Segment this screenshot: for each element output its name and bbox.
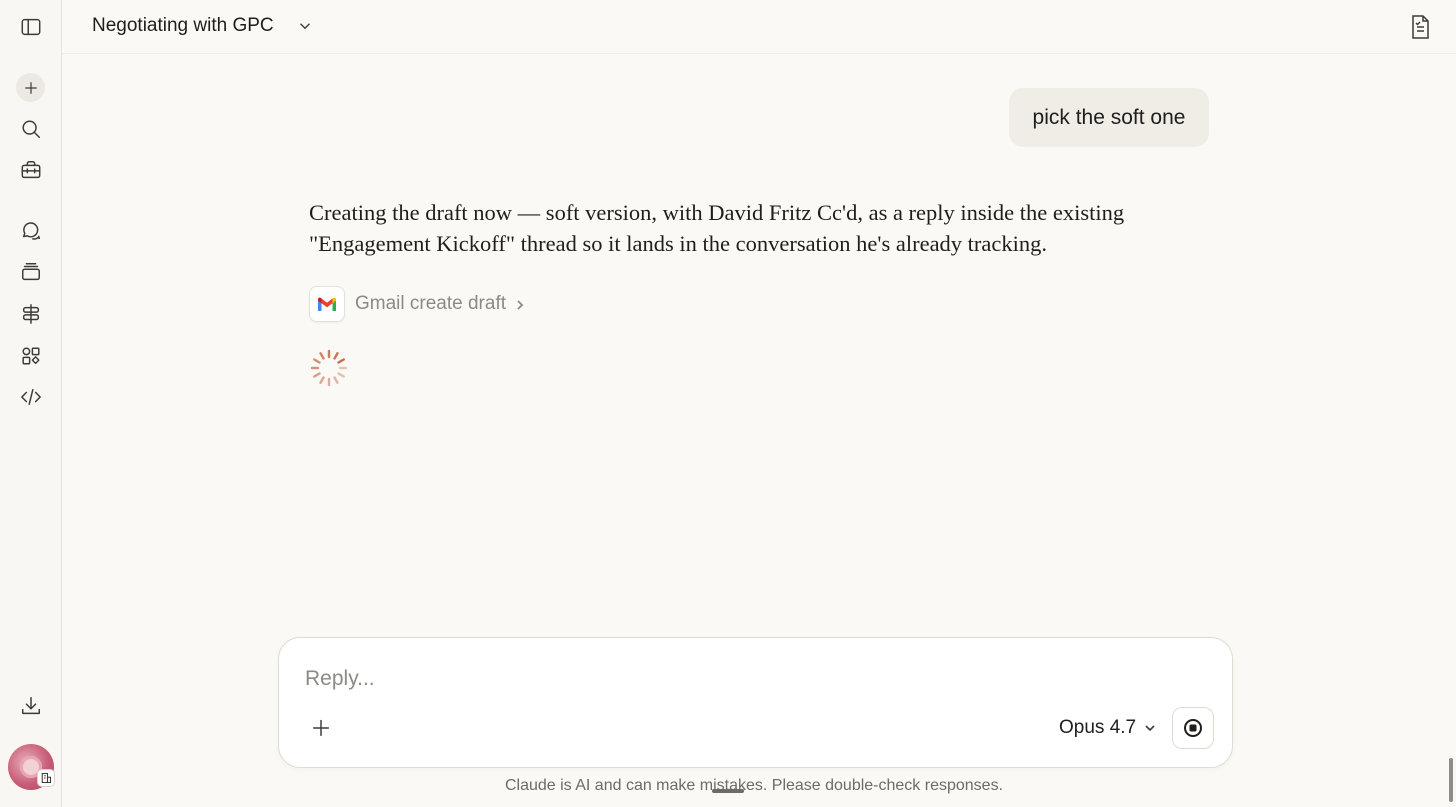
chat-bubbles-icon	[22, 221, 40, 240]
toggle-sidebar-button[interactable]	[15, 11, 46, 42]
model-selector[interactable]: Opus 4.7	[1059, 715, 1156, 741]
spinner-tick	[319, 352, 325, 360]
code-icon	[20, 388, 41, 405]
tool-call-gmail-create-draft[interactable]: Gmail create draft	[309, 285, 526, 322]
tools-button[interactable]	[15, 154, 46, 185]
scrollbar[interactable]	[1449, 758, 1453, 802]
add-attachment-button[interactable]	[307, 714, 335, 742]
artifact-panel-button[interactable]	[1408, 14, 1432, 40]
signpost-icon	[22, 303, 39, 324]
model-name: Opus 4.7	[1059, 717, 1137, 738]
document-icon	[1412, 15, 1429, 39]
assistant-message: Creating the draft now — soft version, w…	[309, 200, 1125, 256]
shapes-icon	[21, 346, 40, 365]
conversation-title[interactable]: Negotiating with GPC	[92, 15, 274, 37]
signposts-button[interactable]	[15, 298, 46, 329]
stop-button[interactable]	[1172, 707, 1214, 749]
composer: Opus 4.7	[278, 637, 1233, 768]
spinner-tick	[333, 352, 339, 360]
code-button[interactable]	[15, 381, 46, 412]
gmail-icon	[309, 285, 345, 322]
spinner-tick	[333, 376, 339, 384]
artifacts-button[interactable]	[15, 340, 46, 371]
user-message: pick the soft one	[1009, 88, 1209, 147]
spinner-tick	[337, 358, 345, 364]
download-button[interactable]	[15, 690, 46, 721]
toolbox-icon	[21, 160, 40, 178]
new-chat-button[interactable]	[16, 73, 45, 102]
loading-spinner-icon	[310, 349, 348, 387]
spinner-tick	[313, 358, 321, 364]
scroll-to-bottom-handle[interactable]	[712, 789, 744, 793]
chevron-right-icon	[514, 298, 526, 310]
title-menu-button[interactable]	[296, 17, 314, 35]
chevron-down-icon	[300, 23, 310, 30]
chevron-down-icon	[1145, 725, 1155, 732]
stack-icon	[21, 262, 40, 280]
search-icon	[21, 119, 40, 138]
stop-icon	[1184, 719, 1202, 737]
spinner-tick	[337, 372, 345, 378]
reply-input[interactable]	[305, 662, 1185, 696]
spinner-tick	[313, 372, 321, 378]
chats-button[interactable]	[15, 215, 46, 246]
plus-icon	[312, 719, 330, 737]
tool-call-label: Gmail create draft	[355, 292, 506, 314]
sidebar-icon	[21, 18, 40, 35]
spinner-tick	[319, 376, 325, 384]
download-icon	[21, 696, 40, 714]
search-button[interactable]	[15, 113, 46, 144]
header: Negotiating with GPC	[62, 0, 1456, 54]
plus-icon	[24, 81, 37, 94]
sidebar	[0, 0, 62, 807]
projects-button[interactable]	[15, 256, 46, 287]
